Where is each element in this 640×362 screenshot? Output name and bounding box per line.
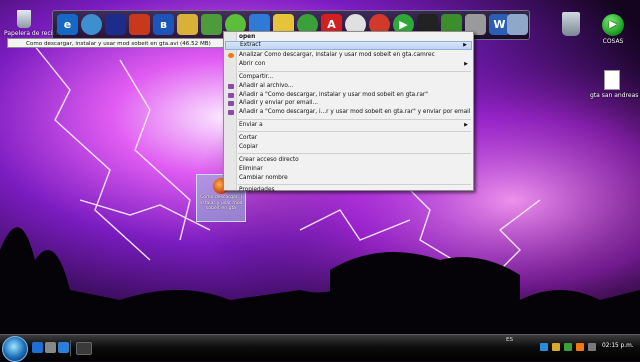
menu-label: Enviar a bbox=[239, 122, 263, 128]
recycle-bin-label: Papelera de reciclaje bbox=[4, 30, 67, 37]
avast-tray-icon[interactable] bbox=[576, 343, 584, 351]
menu-item-add-rar-email[interactable]: Añadir a "Como descargar, i...r y usar m… bbox=[225, 108, 472, 117]
menu-item-share[interactable]: Compartir... bbox=[225, 73, 472, 82]
tray-app-icon[interactable] bbox=[588, 343, 596, 351]
menu-item-cut[interactable]: Cortar bbox=[225, 134, 472, 143]
winrar-icon bbox=[228, 84, 234, 89]
network-icon[interactable] bbox=[201, 14, 222, 35]
menu-label: Extract bbox=[240, 42, 261, 48]
menu-label: Añadir al archivo... bbox=[239, 83, 294, 89]
utorrent-tray-icon[interactable] bbox=[564, 343, 572, 351]
menu-label: Propiedades bbox=[239, 187, 275, 193]
menu-label: Compartir... bbox=[239, 74, 274, 80]
cosas-label: COSAS bbox=[602, 38, 624, 45]
game-icon[interactable] bbox=[129, 14, 150, 35]
clock[interactable]: 02:15 p.m. bbox=[602, 343, 634, 349]
menu-label: Crear acceso directo bbox=[239, 157, 299, 163]
menu-item-properties[interactable]: Propiedades bbox=[225, 186, 472, 195]
recycle-bin-icon[interactable]: Papelera de reciclaje bbox=[4, 10, 67, 37]
menu-label: Abrir con bbox=[239, 61, 266, 67]
menu-item-add-email[interactable]: Añadir y enviar por email... bbox=[225, 99, 472, 108]
menu-label: Añadir y enviar por email... bbox=[239, 100, 319, 106]
menu-item-copy[interactable]: Copiar bbox=[225, 143, 472, 152]
menu-separator bbox=[238, 71, 471, 72]
gta-shortcut[interactable]: gta san andreas bbox=[590, 70, 639, 99]
menu-item-analyze[interactable]: Analizar Como descargar, instalar y usar… bbox=[225, 51, 472, 60]
menu-label: Eliminar bbox=[239, 166, 263, 172]
menu-separator bbox=[238, 153, 471, 154]
gta-label: gta san andreas bbox=[590, 92, 639, 99]
bluetooth-icon[interactable]: ʙ bbox=[153, 14, 174, 35]
recycle-bin-glyph-icon bbox=[17, 10, 31, 28]
menu-label: Añadir a "Como descargar, instalar y usa… bbox=[239, 92, 428, 98]
desktop: Papelera de reciclaje e ʙ A ▶ W ▶ COSAS … bbox=[0, 0, 640, 334]
network-tray-icon[interactable] bbox=[540, 343, 548, 351]
menu-separator bbox=[238, 119, 471, 120]
folder-icon[interactable] bbox=[177, 14, 198, 35]
submenu-arrow-icon: ▶ bbox=[464, 122, 468, 128]
mail-icon[interactable] bbox=[507, 14, 528, 35]
winrar-icon bbox=[228, 101, 234, 106]
language-indicator[interactable]: ES bbox=[506, 337, 513, 343]
system-tray: ES 02:15 p.m. bbox=[500, 335, 640, 361]
menu-item-send-to[interactable]: Enviar a ▶ bbox=[225, 121, 472, 130]
menu-item-add-archive[interactable]: Añadir al archivo... bbox=[225, 82, 472, 91]
ie-quicklaunch-icon[interactable] bbox=[32, 342, 43, 353]
context-menu: open Extract ▶ Analizar Como descargar, i… bbox=[223, 31, 474, 193]
dock-recycle-bin-icon[interactable] bbox=[562, 12, 580, 36]
menu-item-delete[interactable]: Eliminar bbox=[225, 165, 472, 174]
submenu-arrow-icon: ▶ bbox=[464, 61, 468, 67]
menu-item-rename[interactable]: Cambiar nombre bbox=[225, 174, 472, 183]
menu-item-create-shortcut[interactable]: Crear acceso directo bbox=[225, 156, 472, 165]
menu-label: Cortar bbox=[239, 135, 258, 141]
avast-icon bbox=[228, 53, 234, 58]
cosas-shortcut[interactable]: ▶ COSAS bbox=[598, 14, 628, 45]
selected-file-label: Como descargar, instalar y usar mod sobe… bbox=[199, 195, 243, 212]
menu-item-extract[interactable]: Extract ▶ bbox=[225, 41, 472, 50]
globe-icon[interactable] bbox=[81, 14, 102, 35]
switch-windows-icon[interactable] bbox=[58, 342, 69, 353]
file-tooltip: Como descargar, instalar y usar mod sobe… bbox=[7, 38, 227, 48]
word-icon[interactable] bbox=[105, 14, 126, 35]
menu-label: open bbox=[239, 34, 256, 40]
menu-label: Cambiar nombre bbox=[239, 175, 288, 181]
winrar-icon bbox=[228, 110, 234, 115]
menu-label: Añadir a "Como descargar, i...r y usar m… bbox=[239, 109, 471, 115]
desktop-quicklaunch-icon[interactable] bbox=[45, 342, 56, 353]
document-icon bbox=[604, 70, 620, 90]
menu-label: Analizar Como descargar, instalar y usar… bbox=[239, 52, 435, 58]
running-app-icon[interactable] bbox=[76, 342, 92, 355]
menu-separator bbox=[238, 184, 471, 185]
submenu-arrow-icon: ▶ bbox=[463, 42, 467, 48]
start-orb-icon[interactable] bbox=[2, 336, 28, 362]
menu-label: Copiar bbox=[239, 144, 258, 150]
ie-icon[interactable]: e bbox=[57, 14, 78, 35]
taskbar-divider bbox=[70, 340, 71, 356]
play-arrow-icon: ▶ bbox=[602, 14, 624, 36]
menu-item-open-with[interactable]: Abrir con ▶ bbox=[225, 60, 472, 69]
menu-separator bbox=[238, 131, 471, 132]
taskbar: ES 02:15 p.m. bbox=[0, 334, 640, 362]
volume-tray-icon[interactable] bbox=[552, 343, 560, 351]
winrar-icon bbox=[228, 93, 234, 98]
